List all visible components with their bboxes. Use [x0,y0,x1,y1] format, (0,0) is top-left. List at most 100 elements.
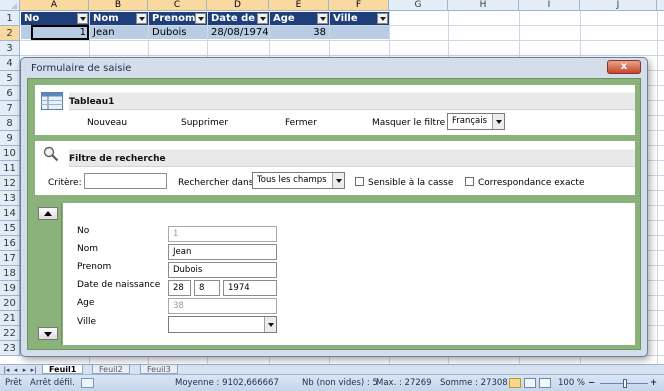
column-header-g[interactable]: G [389,0,448,11]
table-header-label: Nom [93,13,119,24]
page-layout-view-icon[interactable] [524,378,536,388]
zoom-level[interactable]: 100 % [558,375,585,391]
column-header-b[interactable]: B [89,0,148,11]
column-header-j[interactable]: J [580,0,657,11]
next-sheet-button[interactable]: ▸ [20,366,29,374]
filter-dropdown-icon[interactable] [377,13,388,24]
column-header-c[interactable]: C [148,0,207,11]
table-cell-nom[interactable]: Jean [90,26,148,39]
table-header-ville[interactable]: Ville [330,12,389,25]
criteria-input[interactable] [84,173,167,189]
column-header-a[interactable]: A [20,0,89,11]
field-label-ville: Ville [77,317,96,327]
record-fields: No 1 Nom Jean Prenom Dubois Date de nais… [63,203,635,345]
search-in-select[interactable]: Tous les champs [252,172,345,189]
row-header[interactable]: 4 [0,56,20,71]
column-header-e[interactable]: E [269,0,329,11]
field-age[interactable]: 38 [168,298,277,314]
chevron-down-icon[interactable] [264,317,276,332]
table-header-date[interactable]: Date de n [208,12,269,25]
row-header[interactable]: 14 [0,206,20,221]
normal-view-icon[interactable] [509,378,521,388]
field-birth-day[interactable]: 28 [168,280,191,296]
row-header[interactable]: 18 [0,266,20,281]
field-nom[interactable]: Jean [168,244,277,260]
status-max: Max. : 27269 [376,378,432,388]
first-sheet-button[interactable]: |◂ [2,366,11,374]
table-header-label: No [24,13,40,24]
row-header[interactable]: 23 [0,341,20,356]
filter-dropdown-icon[interactable] [317,13,328,24]
column-header-d[interactable]: D [207,0,269,11]
row-header[interactable]: 16 [0,236,20,251]
row-header[interactable]: 1 [0,11,20,26]
page-break-view-icon[interactable] [539,378,551,388]
exact-match-checkbox[interactable] [465,177,474,186]
row-header[interactable]: 5 [0,71,20,86]
column-header-h[interactable]: H [448,0,519,11]
row-header[interactable]: 9 [0,131,20,146]
column-header-k[interactable]: K [657,0,664,11]
case-sensitive-checkbox[interactable] [355,177,364,186]
table-header-label: Prenom [152,13,196,24]
select-all-corner[interactable] [0,0,20,11]
row-header[interactable]: 17 [0,251,20,266]
row-header[interactable]: 20 [0,296,20,311]
filter-dropdown-icon[interactable] [77,13,88,24]
table-header-age[interactable]: Age [270,12,329,25]
table-cell-age[interactable]: 38 [270,26,329,39]
table-header-prenom[interactable]: Prenom [149,12,207,25]
row-header[interactable]: 15 [0,221,20,236]
language-select[interactable]: Français [447,113,505,130]
row-header[interactable]: 8 [0,116,20,131]
sheet-tab-feuil1[interactable]: Feuil1 [42,365,84,374]
field-prenom[interactable]: Dubois [168,262,277,278]
field-no[interactable]: 1 [168,226,277,242]
row-header[interactable]: 3 [0,41,20,56]
filter-dropdown-icon[interactable] [257,13,268,24]
filter-dropdown-icon[interactable] [136,13,147,24]
row-header[interactable]: 12 [0,176,20,191]
sheet-tab-bar: |◂ ◂ ▸ ▸| Feuil1 Feuil2 Feuil3 [0,364,664,374]
sheet-tab-feuil2[interactable]: Feuil2 [92,365,130,374]
zoom-out-button[interactable]: − [588,375,595,391]
delete-record-button[interactable]: Supprimer [181,118,228,128]
field-ville[interactable] [168,316,277,333]
field-birth-year[interactable]: 1974 [223,280,277,296]
row-header[interactable]: 22 [0,326,20,341]
table-header-no[interactable]: No [21,12,89,25]
zoom-in-button[interactable]: + [650,375,657,391]
row-header[interactable]: 2 [0,26,20,41]
row-header[interactable]: 13 [0,191,20,206]
table-cell-date[interactable]: 28/08/1974 [208,26,269,39]
chevron-down-icon[interactable] [332,173,344,188]
table-name: Tableau1 [69,97,115,107]
row-header[interactable]: 10 [0,146,20,161]
new-record-button[interactable]: Nouveau [87,118,127,128]
column-header-f[interactable]: F [329,0,389,11]
table-section: Tableau1 Nouveau Supprimer Fermer Masque… [35,85,635,135]
macro-record-icon[interactable] [81,378,94,388]
table-cell-ville[interactable] [330,26,389,39]
prev-sheet-button[interactable]: ◂ [11,366,20,374]
row-header[interactable]: 19 [0,281,20,296]
filter-dropdown-icon[interactable] [195,13,206,24]
chevron-down-icon[interactable] [492,114,504,129]
column-header-i[interactable]: I [519,0,580,11]
exact-match-label: Correspondance exacte [478,178,585,188]
table-cell-prenom[interactable]: Dubois [149,26,207,39]
next-record-button[interactable] [38,327,58,340]
close-button[interactable]: x [607,60,641,74]
sheet-tab-feuil3[interactable]: Feuil3 [140,365,178,374]
hide-filter-button[interactable]: Masquer le filtre [372,118,445,128]
row-header[interactable]: 6 [0,86,20,101]
previous-record-button[interactable] [38,207,58,220]
field-birth-month[interactable]: 8 [194,280,220,296]
row-header[interactable]: 21 [0,311,20,326]
close-form-button[interactable]: Fermer [285,118,317,128]
row-header[interactable]: 11 [0,161,20,176]
last-sheet-button[interactable]: ▸| [29,366,38,374]
row-header[interactable]: 7 [0,101,20,116]
zoom-slider-thumb[interactable] [623,379,627,388]
table-header-nom[interactable]: Nom [90,12,148,25]
